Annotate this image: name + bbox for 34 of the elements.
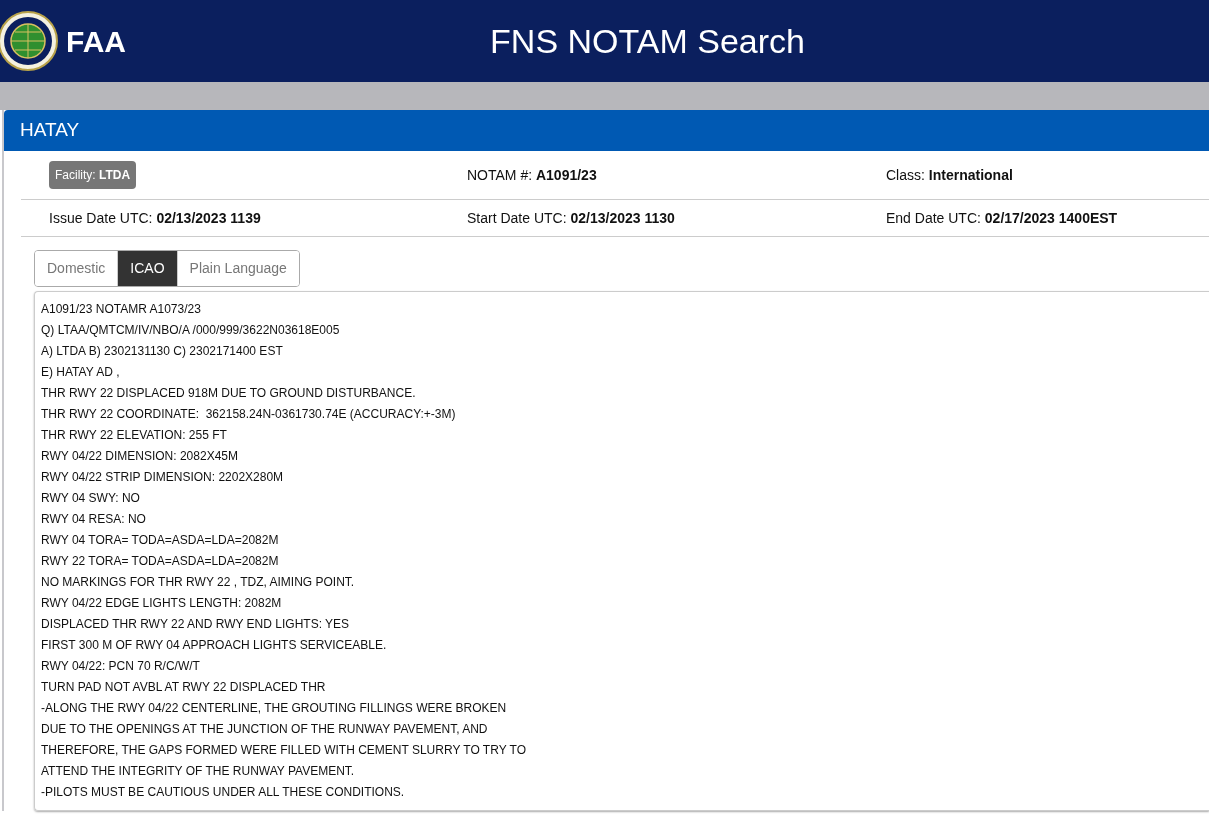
tab[interactable]: Plain Language: [176, 251, 299, 286]
panel-title: HATAY: [4, 110, 1209, 151]
notam-line: RWY 04 RESA: NO: [41, 511, 147, 528]
notam-line: E) HATAY AD ,: [41, 364, 121, 381]
field-text: NOTAM #: A1091/23: [467, 166, 597, 183]
field-text: Start Date UTC: 02/13/2023 1130: [467, 209, 675, 226]
notam-line: THR RWY 22 ELEVATION: 255 FT: [41, 427, 228, 444]
notam-line: RWY 04/22 DIMENSION: 2082X45M: [41, 448, 239, 465]
notam-line: DUE TO THE OPENINGS AT THE JUNCTION OF THE RUNWAY PAVEMENT, AND: [41, 721, 489, 738]
notam-line: TURN PAD NOT AVBL AT RWY 22 DISPLACED THR: [41, 679, 327, 696]
field-text: Class: International: [886, 166, 1013, 183]
notam-line: NO MARKINGS FOR THR RWY 22 , TDZ, AIMING POINT.: [41, 574, 356, 591]
notam-line: DISPLACED THR RWY 22 AND RWY END LIGHTS: YES: [41, 616, 351, 633]
notam-line: THR RWY 22 COORDINATE: 362158.24N-0361730.74E (ACCURACY:+-3M): [41, 406, 457, 423]
notam-line: THEREFORE, THE GAPS FORMED WERE FILLED WITH CEMENT SLURRY TO TRY TO: [41, 742, 527, 759]
notam-line: RWY 04 TORA= TODA=ASDA=LDA=2082M: [41, 532, 280, 549]
field-text: End Date UTC: 02/17/2023 1400EST: [886, 209, 1118, 226]
logo-text: FAA: [66, 23, 126, 60]
notam-line: FIRST 300 M OF RWY 04 APPROACH LIGHTS SERVICEABLE.: [41, 637, 388, 654]
notam-line: RWY 04/22 STRIP DIMENSION: 2202X280M: [41, 469, 285, 486]
notam-line: RWY 04/22: PCN 70 R/C/W/T: [41, 658, 201, 675]
notam-line: RWY 04/22 EDGE LIGHTS LENGTH: 2082M: [41, 595, 283, 612]
notam-line: RWY 22 TORA= TODA=ASDA=LDA=2082M: [41, 553, 280, 570]
notam-line: Q) LTAA/QMTCM/IV/NBO/A /000/999/3622N03618E005: [41, 322, 341, 339]
facility-badge: Facility: LTDA: [49, 161, 137, 189]
notam-line: A) LTDA B) 2302131130 C) 2302171400 EST: [41, 343, 284, 360]
field-text: Issue Date UTC: 02/13/2023 1139: [49, 209, 261, 226]
notam-line: RWY 04 SWY: NO: [41, 490, 141, 507]
notam-line: THR RWY 22 DISPLACED 918M DUE TO GROUND DISTURBANCE.: [41, 385, 417, 402]
notam-line: A1091/23 NOTAMR A1073/23: [41, 301, 202, 318]
notam-line: -PILOTS MUST BE CAUTIOUS UNDER ALL THESE CONDITIONS.: [41, 784, 406, 801]
notam-line: ATTEND THE INTEGRITY OF THE RUNWAY PAVEMENT.: [41, 763, 356, 780]
tab[interactable]: ICAO: [117, 251, 177, 286]
notam-line: -ALONG THE RWY 04/22 CENTERLINE, THE GROUTING FILLINGS WERE BROKEN: [41, 700, 508, 717]
